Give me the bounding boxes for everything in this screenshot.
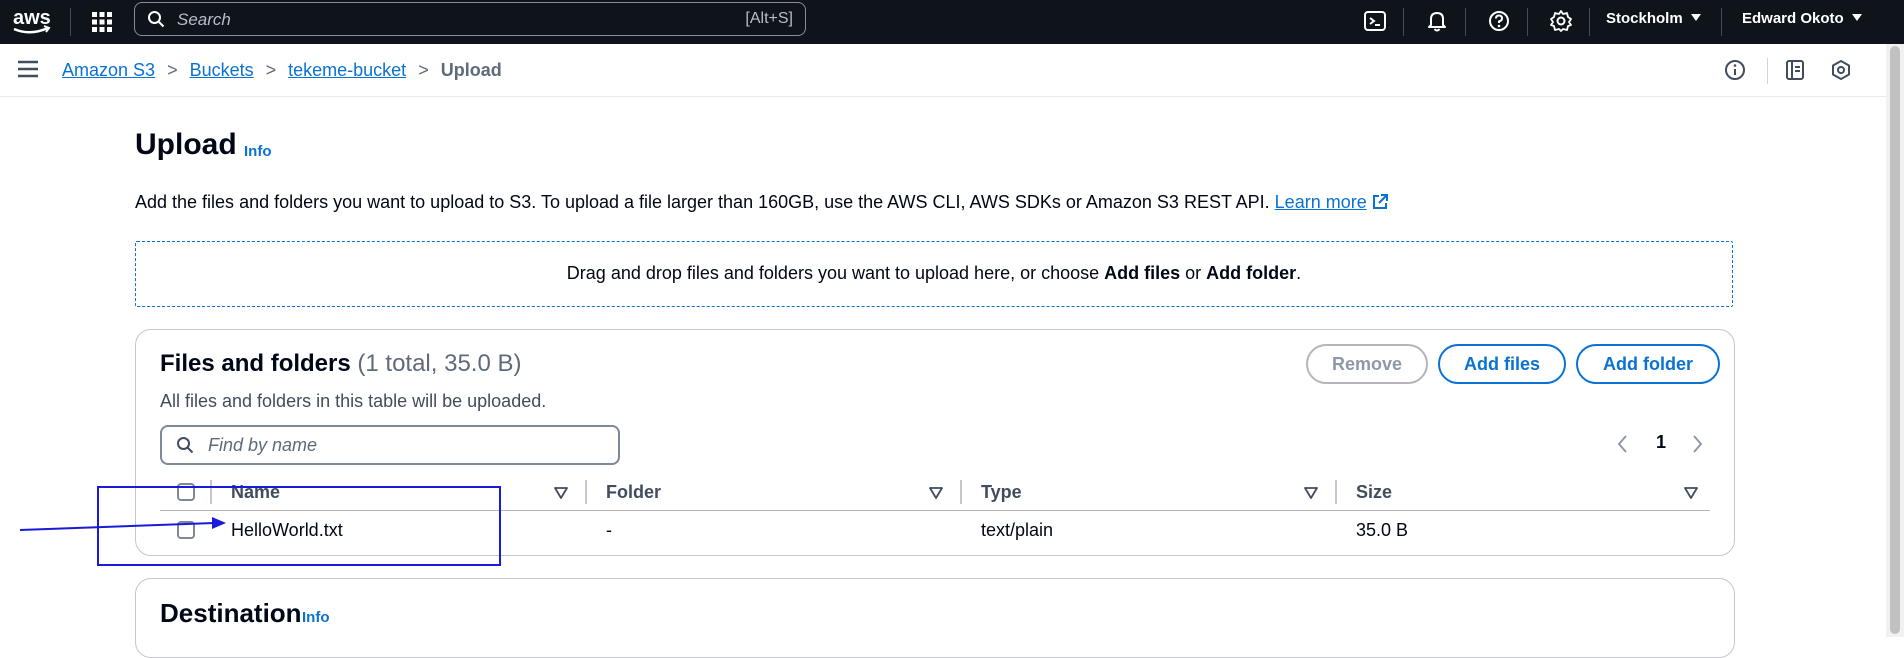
search-placeholder: Search: [177, 10, 231, 29]
search-shortcut: [Alt+S]: [745, 10, 793, 27]
info-link[interactable]: Info: [244, 143, 272, 160]
bell-icon[interactable]: [1424, 8, 1450, 34]
breadcrumb-current: Upload: [440, 60, 502, 80]
column-header-size[interactable]: Size: [1356, 482, 1392, 503]
chevron-right-icon: >: [167, 60, 178, 80]
chevron-right-icon: >: [265, 60, 277, 80]
sort-icon[interactable]: [1304, 486, 1318, 500]
info-circle-icon[interactable]: [1723, 58, 1747, 82]
breadcrumb-bucket[interactable]: tekeme-bucket: [288, 60, 406, 80]
sort-icon[interactable]: [1684, 486, 1698, 500]
page-title: Upload: [135, 128, 237, 161]
nav-divider: [1589, 8, 1590, 36]
destination-title: Destination: [160, 598, 302, 628]
add-folder-button[interactable]: Add folder: [1576, 344, 1720, 384]
chevron-left-icon[interactable]: [1616, 434, 1628, 454]
files-panel-description: All files and folders in this table will…: [160, 391, 547, 411]
column-header-type[interactable]: Type: [981, 482, 1022, 503]
dropzone-text: Drag and drop files and folders you want…: [566, 263, 1302, 283]
nav-divider: [1721, 8, 1722, 36]
chevron-right-icon: >: [418, 60, 429, 80]
annotation-arrow-icon: [19, 517, 226, 531]
files-panel-title: Files and folders (1 total, 35.0 B): [160, 350, 522, 377]
learn-more-link[interactable]: Learn more: [1275, 192, 1367, 212]
nav-divider: [1403, 8, 1404, 36]
cell-type: text/plain: [981, 520, 1054, 540]
page-description: Add the files and folders you want to up…: [135, 192, 1389, 213]
find-by-name-input[interactable]: Find by name: [160, 425, 620, 465]
gear-icon[interactable]: [1548, 8, 1574, 34]
user-menu[interactable]: Edward Okoto: [1742, 10, 1862, 27]
vertical-scrollbar[interactable]: [1886, 44, 1904, 637]
external-link-icon[interactable]: [1371, 193, 1389, 211]
search-icon: [177, 437, 194, 454]
cell-folder: -: [606, 520, 612, 540]
sort-icon[interactable]: [929, 486, 943, 500]
breadcrumb-buckets[interactable]: Buckets: [190, 60, 254, 80]
help-icon[interactable]: [1486, 8, 1512, 34]
breadcrumb: Amazon S3 > Buckets > tekeme-bucket > Upload: [62, 60, 502, 81]
cloudshell-icon[interactable]: [1362, 8, 1388, 34]
settings-hexagon-icon[interactable]: [1829, 58, 1853, 82]
nav-divider: [70, 8, 71, 36]
menu-icon[interactable]: [17, 60, 39, 78]
aws-logo[interactable]: aws: [10, 4, 54, 38]
breadcrumb-bar: Amazon S3 > Buckets > tekeme-bucket > Upload: [0, 44, 1886, 97]
page-number[interactable]: 1: [1656, 432, 1666, 453]
chevron-right-icon[interactable]: [1692, 434, 1704, 454]
column-header-folder[interactable]: Folder: [606, 482, 661, 503]
find-placeholder: Find by name: [208, 435, 318, 455]
column-divider: [585, 480, 587, 504]
scrollbar-thumb[interactable]: [1890, 46, 1900, 634]
sort-icon[interactable]: [554, 486, 568, 500]
caret-down-icon: [1690, 14, 1701, 21]
toolbar-divider: [1767, 58, 1768, 84]
destination-info-link[interactable]: Info: [302, 609, 330, 626]
caret-down-icon: [1851, 14, 1862, 21]
side-panel-icon[interactable]: [1783, 58, 1807, 82]
upload-dropzone[interactable]: Drag and drop files and folders you want…: [135, 241, 1733, 307]
region-selector[interactable]: Stockholm: [1606, 10, 1701, 27]
column-divider: [1335, 480, 1337, 504]
remove-button[interactable]: Remove: [1306, 344, 1428, 384]
column-divider: [960, 480, 962, 504]
global-search-input[interactable]: Search [Alt+S]: [134, 2, 806, 36]
apps-grid-icon[interactable]: [88, 8, 116, 36]
add-files-button[interactable]: Add files: [1438, 344, 1566, 384]
nav-divider: [1465, 8, 1466, 36]
cell-size: 35.0 B: [1356, 520, 1409, 540]
destination-panel: [135, 578, 1735, 658]
nav-divider: [1527, 8, 1528, 36]
top-navigation: aws Search [Alt+S] Stockholm Edward Okot…: [0, 0, 1904, 44]
search-icon: [148, 11, 165, 28]
files-count: (1 total, 35.0 B): [357, 350, 522, 377]
breadcrumb-amazon-s3[interactable]: Amazon S3: [62, 60, 155, 80]
